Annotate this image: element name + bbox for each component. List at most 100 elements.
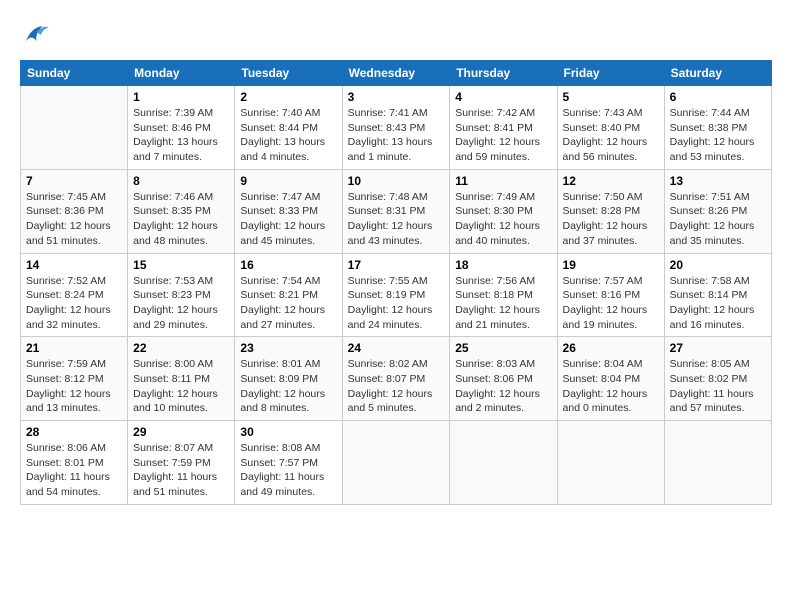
calendar-cell: 4 Sunrise: 7:42 AM Sunset: 8:41 PM Daylig… [450, 86, 557, 170]
calendar-header-wednesday: Wednesday [342, 61, 450, 86]
logo-icon [20, 20, 50, 50]
day-info: Sunrise: 7:57 AM Sunset: 8:16 PM Dayligh… [563, 274, 659, 333]
day-info: Sunrise: 8:03 AM Sunset: 8:06 PM Dayligh… [455, 357, 551, 416]
day-info: Sunrise: 7:52 AM Sunset: 8:24 PM Dayligh… [26, 274, 122, 333]
day-info: Sunrise: 7:54 AM Sunset: 8:21 PM Dayligh… [240, 274, 336, 333]
calendar-cell: 23 Sunrise: 8:01 AM Sunset: 8:09 PM Dayli… [235, 337, 342, 421]
day-number: 2 [240, 90, 336, 104]
calendar-cell: 25 Sunrise: 8:03 AM Sunset: 8:06 PM Dayli… [450, 337, 557, 421]
calendar-cell: 10 Sunrise: 7:48 AM Sunset: 8:31 PM Dayli… [342, 169, 450, 253]
day-number: 25 [455, 341, 551, 355]
day-info: Sunrise: 7:43 AM Sunset: 8:40 PM Dayligh… [563, 106, 659, 165]
calendar-cell: 9 Sunrise: 7:47 AM Sunset: 8:33 PM Daylig… [235, 169, 342, 253]
day-info: Sunrise: 7:55 AM Sunset: 8:19 PM Dayligh… [348, 274, 445, 333]
day-info: Sunrise: 7:39 AM Sunset: 8:46 PM Dayligh… [133, 106, 229, 165]
day-number: 24 [348, 341, 445, 355]
calendar-week-row: 7 Sunrise: 7:45 AM Sunset: 8:36 PM Daylig… [21, 169, 772, 253]
day-info: Sunrise: 7:49 AM Sunset: 8:30 PM Dayligh… [455, 190, 551, 249]
day-number: 8 [133, 174, 229, 188]
day-number: 9 [240, 174, 336, 188]
day-number: 21 [26, 341, 122, 355]
calendar-header-saturday: Saturday [664, 61, 771, 86]
calendar-cell: 14 Sunrise: 7:52 AM Sunset: 8:24 PM Dayli… [21, 253, 128, 337]
day-info: Sunrise: 8:08 AM Sunset: 7:57 PM Dayligh… [240, 441, 336, 500]
day-info: Sunrise: 7:44 AM Sunset: 8:38 PM Dayligh… [670, 106, 766, 165]
day-info: Sunrise: 7:45 AM Sunset: 8:36 PM Dayligh… [26, 190, 122, 249]
day-info: Sunrise: 7:59 AM Sunset: 8:12 PM Dayligh… [26, 357, 122, 416]
calendar-cell [450, 421, 557, 505]
page-header [20, 20, 772, 50]
calendar-cell: 17 Sunrise: 7:55 AM Sunset: 8:19 PM Dayli… [342, 253, 450, 337]
day-number: 3 [348, 90, 445, 104]
calendar-cell: 27 Sunrise: 8:05 AM Sunset: 8:02 PM Dayli… [664, 337, 771, 421]
calendar-cell: 13Sunrise: 7:51 AM Sunset: 8:26 PM Dayli… [664, 169, 771, 253]
day-info: Sunrise: 7:47 AM Sunset: 8:33 PM Dayligh… [240, 190, 336, 249]
day-number: 30 [240, 425, 336, 439]
day-info: Sunrise: 8:01 AM Sunset: 8:09 PM Dayligh… [240, 357, 336, 416]
day-number: 13 [670, 174, 766, 188]
day-info: Sunrise: 7:41 AM Sunset: 8:43 PM Dayligh… [348, 106, 445, 165]
calendar-cell [664, 421, 771, 505]
calendar-cell: 15 Sunrise: 7:53 AM Sunset: 8:23 PM Dayli… [128, 253, 235, 337]
day-number: 22 [133, 341, 229, 355]
day-number: 12 [563, 174, 659, 188]
day-number: 1 [133, 90, 229, 104]
day-number: 15 [133, 258, 229, 272]
day-number: 27 [670, 341, 766, 355]
calendar-cell: 18 Sunrise: 7:56 AM Sunset: 8:18 PM Dayli… [450, 253, 557, 337]
calendar-cell: 6 Sunrise: 7:44 AM Sunset: 8:38 PM Daylig… [664, 86, 771, 170]
calendar-cell: 21 Sunrise: 7:59 AM Sunset: 8:12 PM Dayli… [21, 337, 128, 421]
calendar-header-tuesday: Tuesday [235, 61, 342, 86]
day-info: Sunrise: 7:48 AM Sunset: 8:31 PM Dayligh… [348, 190, 445, 249]
calendar-cell: 11Sunrise: 7:49 AM Sunset: 8:30 PM Dayli… [450, 169, 557, 253]
day-number: 4 [455, 90, 551, 104]
calendar-cell: 5 Sunrise: 7:43 AM Sunset: 8:40 PM Daylig… [557, 86, 664, 170]
day-info: Sunrise: 7:42 AM Sunset: 8:41 PM Dayligh… [455, 106, 551, 165]
day-number: 10 [348, 174, 445, 188]
logo [20, 20, 54, 50]
calendar-week-row: 28Sunrise: 8:06 AM Sunset: 8:01 PM Dayli… [21, 421, 772, 505]
calendar-cell [557, 421, 664, 505]
day-number: 14 [26, 258, 122, 272]
calendar-cell: 22 Sunrise: 8:00 AM Sunset: 8:11 PM Dayli… [128, 337, 235, 421]
day-number: 20 [670, 258, 766, 272]
day-number: 6 [670, 90, 766, 104]
calendar-cell: 2 Sunrise: 7:40 AM Sunset: 8:44 PM Daylig… [235, 86, 342, 170]
calendar-cell: 24 Sunrise: 8:02 AM Sunset: 8:07 PM Dayli… [342, 337, 450, 421]
calendar-header-row: SundayMondayTuesdayWednesdayThursdayFrid… [21, 61, 772, 86]
calendar-week-row: 21 Sunrise: 7:59 AM Sunset: 8:12 PM Dayli… [21, 337, 772, 421]
day-info: Sunrise: 7:46 AM Sunset: 8:35 PM Dayligh… [133, 190, 229, 249]
calendar-cell: 7 Sunrise: 7:45 AM Sunset: 8:36 PM Daylig… [21, 169, 128, 253]
day-info: Sunrise: 7:53 AM Sunset: 8:23 PM Dayligh… [133, 274, 229, 333]
calendar-cell: 12 Sunrise: 7:50 AM Sunset: 8:28 PM Dayli… [557, 169, 664, 253]
day-number: 5 [563, 90, 659, 104]
calendar-header-thursday: Thursday [450, 61, 557, 86]
day-info: Sunrise: 7:58 AM Sunset: 8:14 PM Dayligh… [670, 274, 766, 333]
day-info: Sunrise: 8:06 AM Sunset: 8:01 PM Dayligh… [26, 441, 122, 500]
calendar-cell [342, 421, 450, 505]
calendar-table: SundayMondayTuesdayWednesdayThursdayFrid… [20, 60, 772, 505]
calendar-cell [21, 86, 128, 170]
calendar-week-row: 1 Sunrise: 7:39 AM Sunset: 8:46 PM Daylig… [21, 86, 772, 170]
day-info: Sunrise: 8:07 AM Sunset: 7:59 PM Dayligh… [133, 441, 229, 500]
day-number: 23 [240, 341, 336, 355]
day-number: 18 [455, 258, 551, 272]
calendar-header-monday: Monday [128, 61, 235, 86]
day-number: 19 [563, 258, 659, 272]
calendar-cell: 20 Sunrise: 7:58 AM Sunset: 8:14 PM Dayli… [664, 253, 771, 337]
day-info: Sunrise: 7:40 AM Sunset: 8:44 PM Dayligh… [240, 106, 336, 165]
day-number: 26 [563, 341, 659, 355]
day-info: Sunrise: 7:50 AM Sunset: 8:28 PM Dayligh… [563, 190, 659, 249]
day-info: Sunrise: 8:00 AM Sunset: 8:11 PM Dayligh… [133, 357, 229, 416]
day-info: Sunrise: 8:02 AM Sunset: 8:07 PM Dayligh… [348, 357, 445, 416]
day-number: 7 [26, 174, 122, 188]
calendar-cell: 16Sunrise: 7:54 AM Sunset: 8:21 PM Dayli… [235, 253, 342, 337]
day-info: Sunrise: 8:05 AM Sunset: 8:02 PM Dayligh… [670, 357, 766, 416]
calendar-cell: 3 Sunrise: 7:41 AM Sunset: 8:43 PM Daylig… [342, 86, 450, 170]
calendar-header-sunday: Sunday [21, 61, 128, 86]
day-info: Sunrise: 7:56 AM Sunset: 8:18 PM Dayligh… [455, 274, 551, 333]
calendar-header-friday: Friday [557, 61, 664, 86]
calendar-cell: 1 Sunrise: 7:39 AM Sunset: 8:46 PM Daylig… [128, 86, 235, 170]
calendar-cell: 29Sunrise: 8:07 AM Sunset: 7:59 PM Dayli… [128, 421, 235, 505]
day-number: 17 [348, 258, 445, 272]
